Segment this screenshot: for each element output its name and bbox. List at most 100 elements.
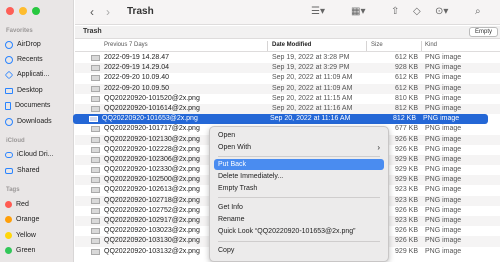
sidebar-item-recents[interactable]: Recents — [5, 53, 71, 66]
sidebar-item-label: Red — [16, 201, 29, 208]
menu-separator — [218, 156, 380, 157]
file-size: 928 KB — [395, 64, 418, 72]
share-icon[interactable]: ⇧ — [391, 6, 399, 17]
sidebar-item-desktop[interactable]: Desktop — [5, 84, 71, 97]
zoom-window-button[interactable] — [32, 7, 40, 15]
download-icon — [5, 117, 13, 126]
file-row[interactable]: QQ20220920-101520@2x.png Sep 20, 2022 at … — [75, 94, 500, 104]
minimize-window-button[interactable] — [19, 7, 27, 15]
menu-item-copy[interactable]: Copy — [214, 245, 384, 256]
image-thumbnail-icon — [91, 156, 100, 163]
file-name: QQ20220920-103132@2x.png — [104, 247, 200, 255]
file-name: QQ20220920-102500@2x.png — [104, 176, 200, 184]
file-row[interactable]: 2022-09-19 14.28.47 Sep 19, 2022 at 3:28 … — [75, 53, 500, 63]
file-name: QQ20220920-101653@2x.png — [102, 115, 198, 123]
shared-icon — [5, 167, 13, 174]
sidebar: Favorites AirDrop Recents Applicati... D… — [0, 0, 74, 262]
file-name: QQ20220920-102228@2x.png — [104, 145, 200, 153]
sidebar-item-label: Shared — [17, 167, 40, 174]
file-kind: PNG image — [425, 196, 462, 204]
favorites-section-label: Favorites — [6, 28, 33, 34]
menu-item-put-back[interactable]: Put Back — [214, 159, 384, 170]
file-row[interactable]: 2022-09-20 10.09.40 Sep 20, 2022 at 11:09… — [75, 73, 500, 83]
file-kind: PNG image — [423, 115, 460, 123]
chevron-right-icon: › — [377, 143, 380, 152]
tag-icon[interactable]: ◇ — [413, 6, 421, 17]
file-name: QQ20220920-101520@2x.png — [104, 94, 200, 102]
grid-view-icon[interactable]: ▦▾ — [351, 6, 365, 17]
kind-column-header[interactable]: Kind — [425, 42, 437, 48]
sidebar-item-tag-green[interactable]: Green — [5, 244, 71, 257]
sidebar-item-tag-red[interactable]: Red — [5, 198, 71, 211]
image-thumbnail-icon — [91, 177, 100, 184]
file-name: QQ20220920-102330@2x.png — [104, 166, 200, 174]
file-kind: PNG image — [425, 54, 462, 61]
menu-item-rename[interactable]: Rename — [214, 214, 384, 225]
path-label: Trash — [83, 28, 102, 35]
sidebar-item-label: AirDrop — [17, 41, 41, 48]
sidebar-item-icloud-drive[interactable]: iCloud Dri... — [5, 148, 71, 161]
sidebar-item-documents[interactable]: Documents — [5, 99, 71, 112]
close-window-button[interactable] — [6, 7, 14, 15]
column-divider[interactable] — [366, 41, 367, 51]
file-size: 612 KB — [395, 84, 418, 92]
sidebar-item-applications[interactable]: Applicati... — [5, 68, 71, 81]
name-column-header[interactable]: Previous 7 Days — [104, 42, 148, 48]
file-name: QQ20220920-102917@2x.png — [104, 217, 200, 224]
forward-button[interactable]: › — [106, 5, 110, 19]
file-kind: PNG image — [425, 176, 462, 184]
file-size: 812 KB — [395, 104, 418, 112]
file-kind: PNG image — [425, 145, 462, 153]
menu-item-label: Open With — [218, 144, 252, 151]
sidebar-item-downloads[interactable]: Downloads — [5, 115, 71, 128]
cloud-icon — [5, 151, 13, 158]
file-kind: PNG image — [425, 166, 462, 174]
image-thumbnail-icon — [91, 55, 100, 61]
menu-item-get-info[interactable]: Get Info — [214, 202, 384, 213]
file-kind: PNG image — [425, 74, 462, 82]
image-thumbnail-icon — [91, 95, 100, 102]
sidebar-item-tag-yellow[interactable]: Yellow — [5, 229, 71, 242]
search-icon[interactable]: ⌕ — [475, 6, 481, 17]
sidebar-item-label: Recents — [17, 56, 43, 63]
sidebar-item-airdrop[interactable]: AirDrop — [5, 38, 71, 51]
file-kind: PNG image — [425, 84, 462, 92]
more-icon[interactable]: ⊙▾ — [435, 6, 448, 17]
file-name: QQ20220920-102613@2x.png — [104, 186, 200, 194]
file-size: 810 KB — [395, 94, 418, 102]
image-thumbnail-icon — [91, 75, 100, 82]
sidebar-item-label: Applicati... — [17, 71, 50, 78]
image-thumbnail-icon — [91, 187, 100, 194]
date-column-header[interactable]: Date Modified — [272, 42, 311, 48]
file-kind: PNG image — [425, 206, 462, 214]
back-button[interactable]: ‹ — [90, 5, 94, 19]
sidebar-item-shared[interactable]: Shared — [5, 164, 71, 177]
menu-item-delete-immediately[interactable]: Delete Immediately... — [214, 171, 384, 182]
sidebar-item-label: Documents — [15, 102, 51, 109]
list-view-icon[interactable]: ☰▾ — [311, 6, 325, 17]
file-row[interactable]: QQ20220920-101614@2x.png Sep 20, 2022 at … — [75, 103, 500, 115]
menu-item-empty-trash[interactable]: Empty Trash — [214, 183, 384, 194]
menu-item-quick-look[interactable]: Quick Look “QQ20220920-101653@2x.png” — [214, 226, 384, 237]
image-thumbnail-icon — [91, 167, 100, 174]
file-name: QQ20220920-101717@2x.png — [104, 125, 200, 133]
menu-item-open-with[interactable]: Open With › — [214, 142, 384, 153]
empty-trash-button[interactable]: Empty — [468, 27, 498, 37]
column-divider[interactable] — [267, 41, 268, 51]
orange-tag-icon — [5, 216, 12, 223]
column-divider[interactable] — [421, 41, 422, 51]
file-name: 2022-09-19 14.28.47 — [104, 54, 169, 61]
menu-item-open[interactable]: Open — [214, 130, 384, 141]
image-thumbnail-icon — [91, 197, 100, 204]
file-row[interactable]: 2022-09-20 10.09.50 Sep 20, 2022 at 11:09… — [75, 83, 500, 94]
file-size: 812 KB — [393, 115, 416, 123]
size-column-header[interactable]: Size — [371, 42, 383, 48]
file-kind: PNG image — [425, 135, 462, 143]
file-row-selected[interactable]: QQ20220920-101653@2x.png Sep 20, 2022 at … — [73, 114, 488, 125]
file-row[interactable]: 2022-09-19 14.29.04 Sep 19, 2022 at 3:29 … — [75, 63, 500, 74]
file-name: QQ20220920-103023@2x.png — [104, 227, 200, 235]
sidebar-item-tag-orange[interactable]: Orange — [5, 213, 71, 226]
file-name: QQ20220920-103130@2x.png — [104, 237, 200, 245]
context-menu: Open Open With › Put Back Delete Immedia… — [209, 126, 389, 262]
file-kind: PNG image — [425, 227, 462, 235]
